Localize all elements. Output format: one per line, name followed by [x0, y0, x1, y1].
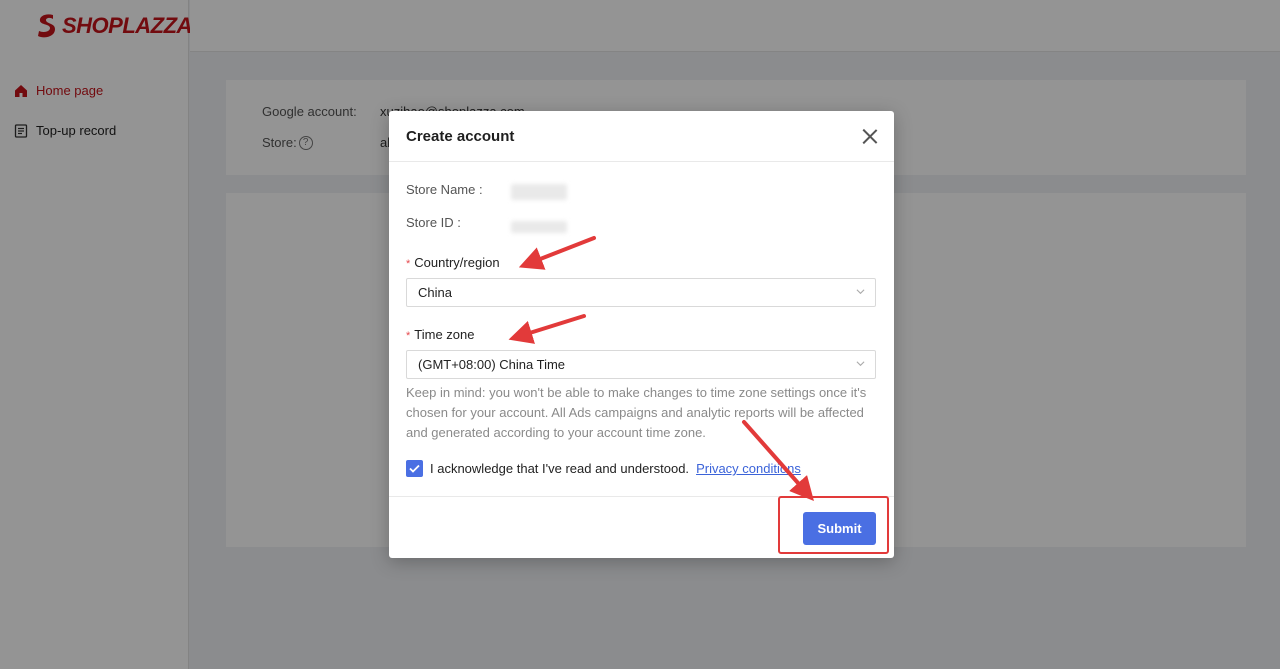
store-name-label: Store Name :: [406, 182, 483, 197]
close-icon[interactable]: [862, 128, 878, 144]
country-region-label-text: Country/region: [414, 255, 500, 270]
store-name-value-redacted: [511, 184, 567, 200]
create-account-modal: Create account Store Name : Store ID : *…: [389, 111, 894, 558]
time-zone-value: (GMT+08:00) China Time: [418, 357, 566, 372]
chevron-down-icon: [856, 361, 865, 367]
checkmark-icon: [409, 464, 420, 473]
chevron-down-icon: [856, 289, 865, 295]
time-zone-hint: Keep in mind: you won't be able to make …: [406, 385, 867, 440]
country-region-value: China: [418, 285, 452, 300]
country-region-select[interactable]: China: [406, 278, 876, 307]
required-mark: *: [406, 258, 411, 270]
store-id-value-redacted: [511, 221, 567, 233]
privacy-conditions-link[interactable]: Privacy conditions: [696, 461, 801, 476]
country-region-label: * Country/region: [406, 255, 500, 270]
store-id-label: Store ID :: [406, 215, 461, 230]
acknowledge-row: I acknowledge that I've read and underst…: [406, 460, 801, 477]
submit-highlight-box: [778, 496, 889, 554]
time-zone-label: * Time zone: [406, 327, 475, 342]
time-zone-select[interactable]: (GMT+08:00) China Time: [406, 350, 876, 379]
modal-header: Create account: [389, 111, 894, 162]
acknowledge-text: I acknowledge that I've read and underst…: [430, 461, 690, 476]
required-mark: *: [406, 330, 411, 342]
modal-title: Create account: [406, 128, 515, 145]
acknowledge-checkbox[interactable]: [406, 460, 423, 477]
time-zone-label-text: Time zone: [414, 327, 475, 342]
